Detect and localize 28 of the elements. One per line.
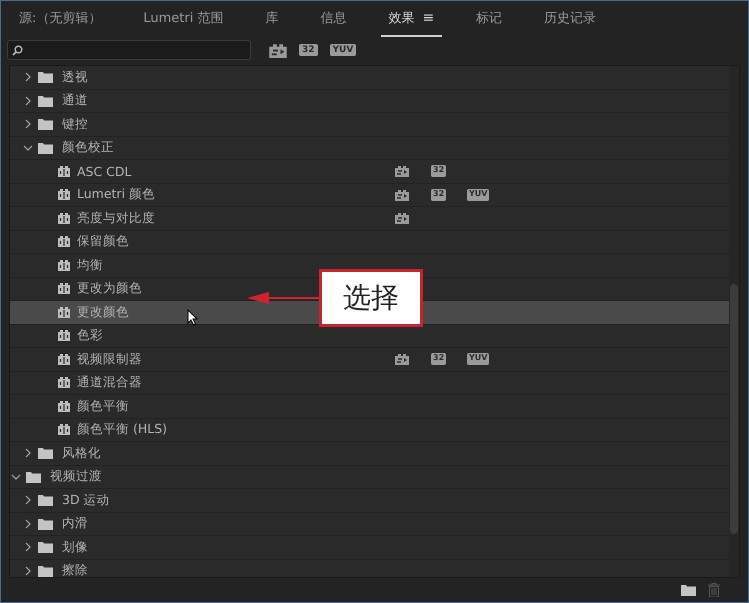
effect-label: 亮度与对比度 [77, 210, 155, 227]
folder-label: 内滑 [62, 515, 88, 532]
bit-depth-badge: 32 [431, 165, 446, 178]
effect-label: 更改颜色 [77, 304, 129, 321]
effect-label: 颜色平衡 [77, 398, 129, 415]
effect-label: 视频限制器 [77, 350, 142, 368]
effect-label: 颜色平衡 (HLS) [77, 421, 168, 438]
bit-depth-badge: 32 [431, 353, 446, 366]
yuv-badge: YUV [467, 188, 490, 201]
effect-label: Lumetri 颜色 [77, 186, 156, 204]
effect-label: ASC CDL [77, 164, 132, 179]
annotation-tooltip: 选择 [319, 269, 423, 327]
effect-label: 均衡 [77, 256, 103, 274]
folder-label: 颜色校正 [62, 139, 114, 156]
folder-label: 键控 [62, 116, 88, 133]
folder-label: 3D 运动 [62, 492, 110, 509]
folder-label: 通道 [62, 92, 88, 110]
folder-label: 擦除 [62, 562, 88, 577]
folder-label: 视频过渡 [50, 468, 102, 486]
folder-label: 透视 [62, 68, 88, 86]
effect-label: 色彩 [77, 327, 103, 344]
effect-label: 通道混合器 [77, 374, 142, 392]
folder-label: 划像 [62, 538, 88, 556]
yuv-badge: YUV [467, 353, 490, 366]
folder-label: 风格化 [62, 444, 101, 462]
bit-depth-badge: 32 [431, 188, 446, 201]
effect-label: 保留颜色 [77, 233, 129, 250]
effect-label: 更改为颜色 [77, 280, 142, 298]
